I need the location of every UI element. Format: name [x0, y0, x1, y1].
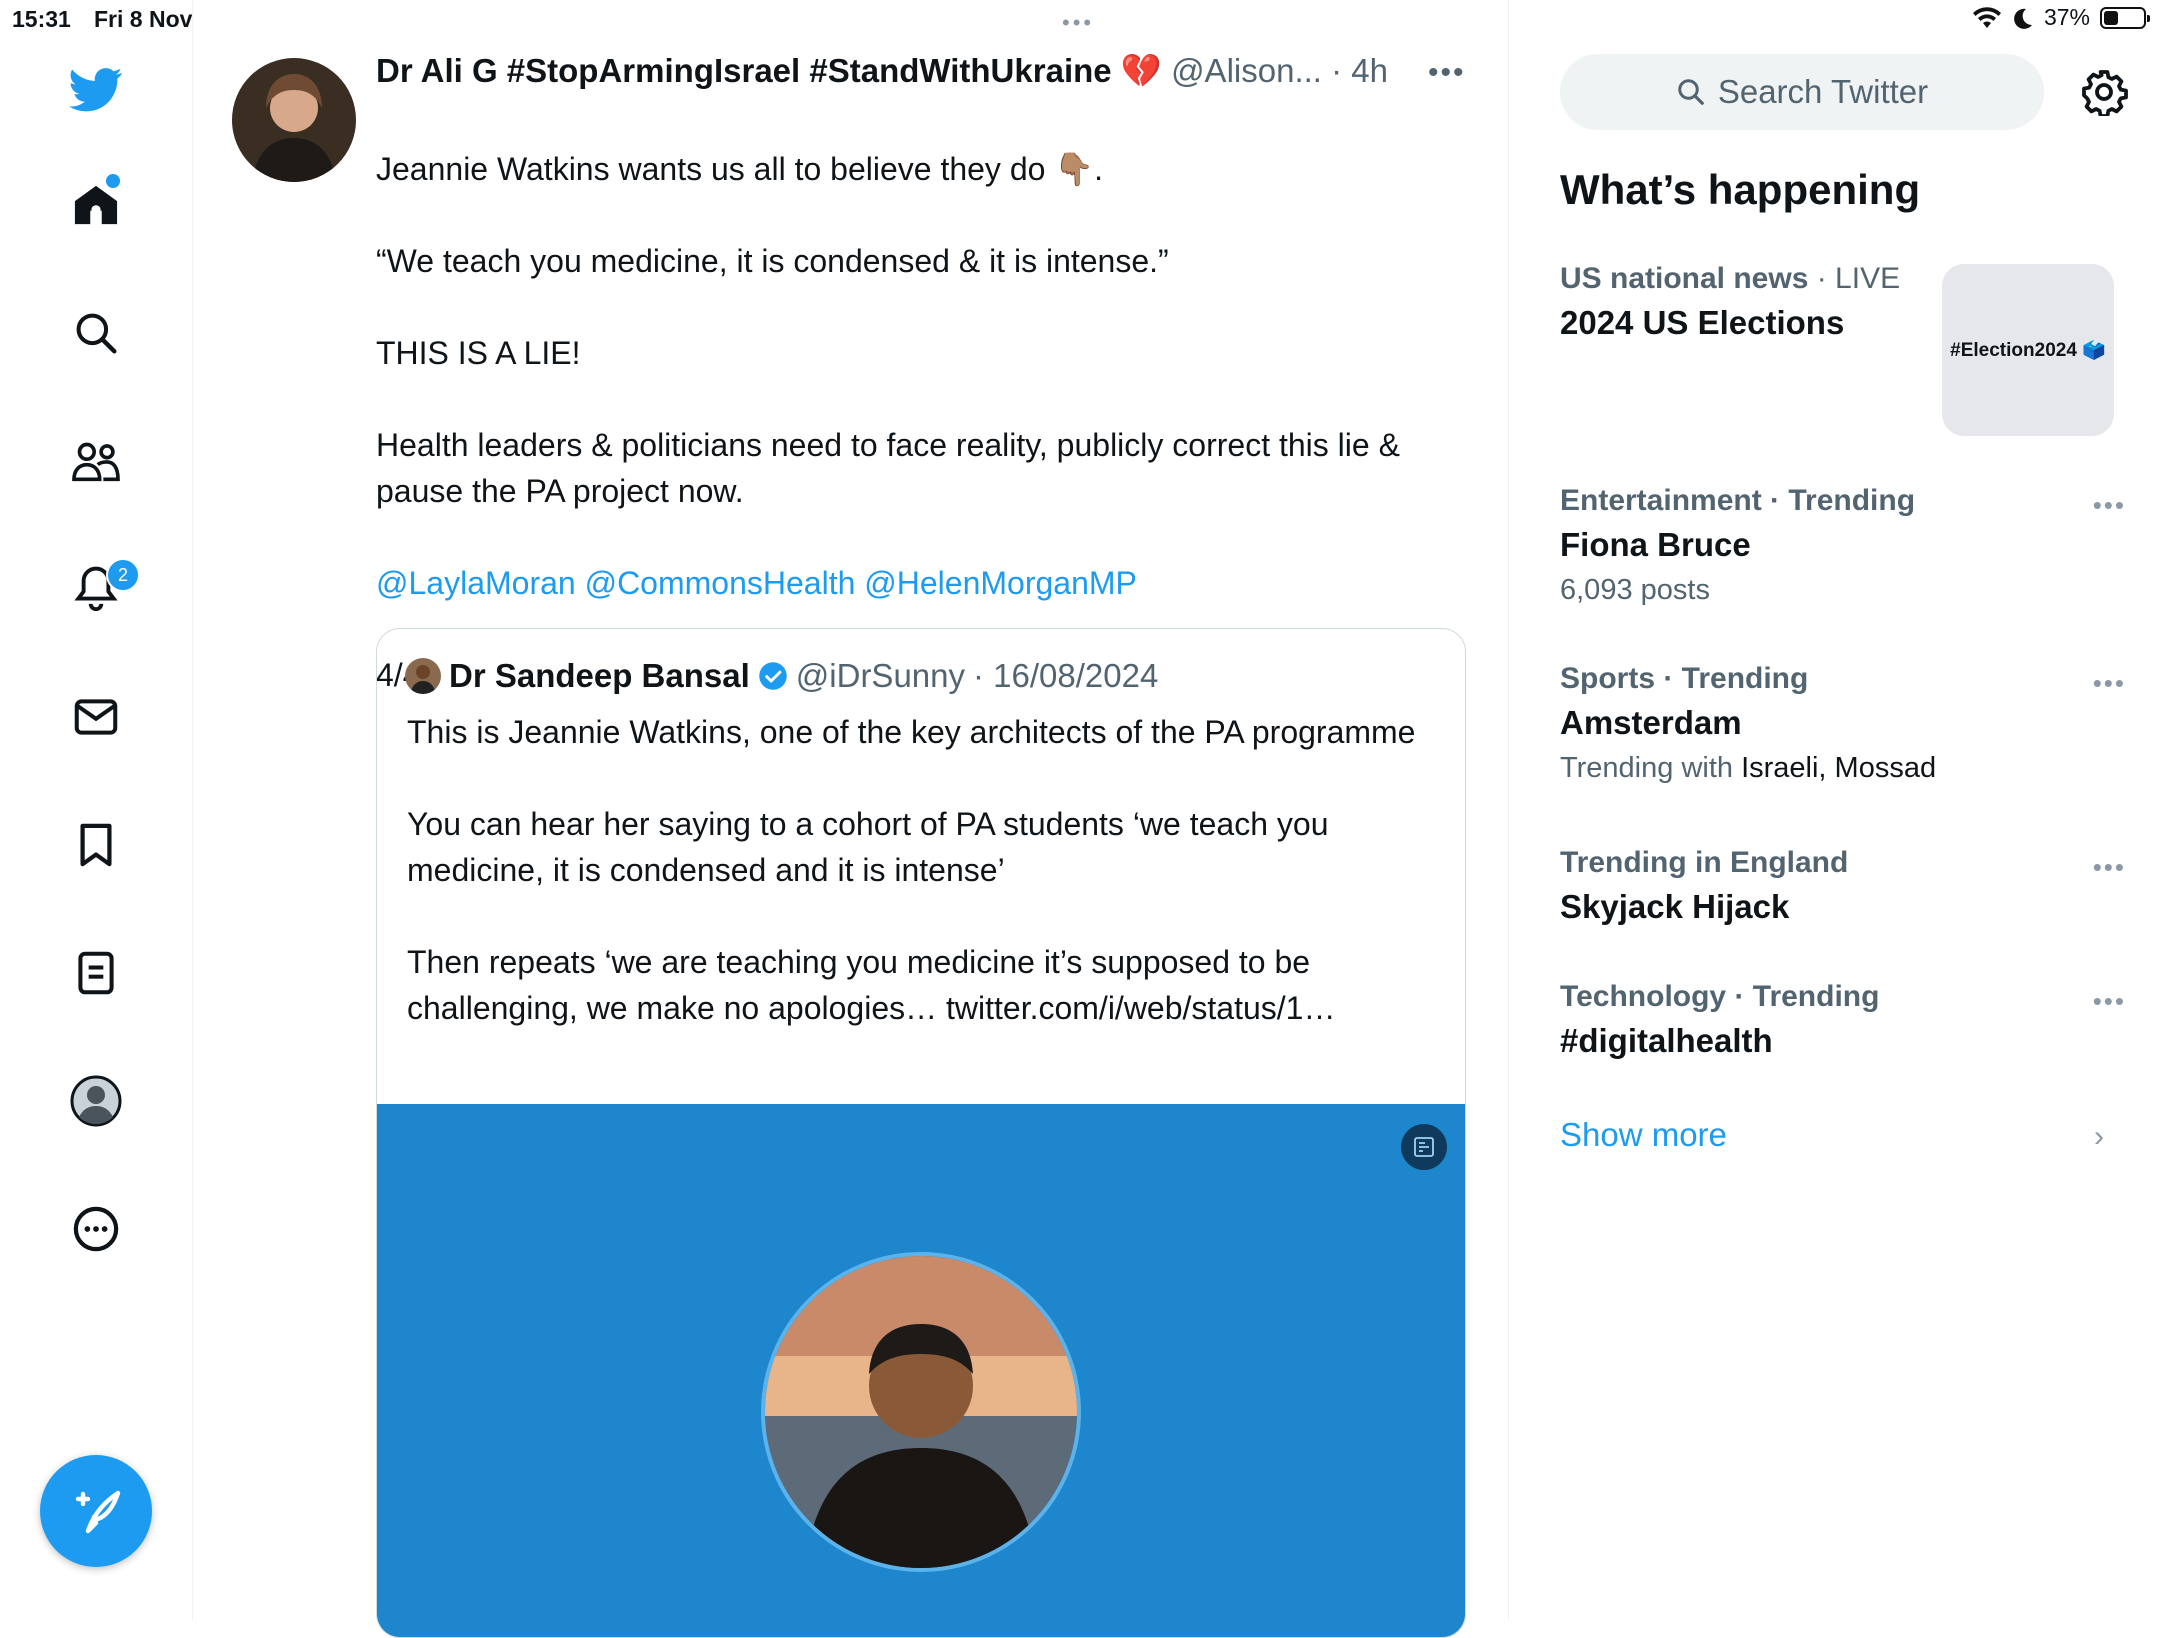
trend-title: Skyjack Hijack: [1560, 888, 1790, 925]
trend-related-terms: Israeli, Mossad: [1741, 752, 1937, 784]
search-input[interactable]: Search Twitter: [1560, 54, 2044, 130]
quoted-tweet-text: This is Jeannie Watkins, one of the key …: [407, 714, 1416, 1026]
quoted-author-handle: @iDrSunny: [795, 657, 966, 694]
tweet-header: Dr Ali G #StopArmingIsrael #StandWithUkr…: [376, 52, 1456, 96]
left-navigation: 2: [0, 0, 193, 1620]
quoted-author-name: Dr Sandeep Bansal: [449, 657, 750, 694]
home-unread-dot: [104, 172, 122, 190]
trend-category: Trending in England: [1560, 846, 1849, 879]
twitter-logo-icon[interactable]: [65, 59, 127, 121]
search-placeholder: Search Twitter: [1717, 73, 1929, 110]
trend-sub-prefix: Trending with: [1560, 752, 1742, 784]
author-handle[interactable]: @Alison...: [1171, 52, 1322, 89]
trend-post-count: 6,093 posts: [1560, 574, 1710, 606]
tweet-text: Jeannie Watkins wants us all to believe …: [376, 151, 1400, 509]
trend-live-tag: · LIVE: [1808, 262, 1901, 295]
thumbnail-text: #Election2024 🗳️: [1950, 340, 2106, 361]
bookmarks-icon[interactable]: [65, 814, 127, 876]
trend-item[interactable]: Sports · Trending Amsterdam Trending wit…: [1560, 662, 2120, 785]
trend-thumbnail[interactable]: #Election2024 🗳️: [1942, 264, 2114, 436]
media-toggle-icon[interactable]: [1401, 1124, 1447, 1170]
compose-feather-icon: [75, 1490, 121, 1534]
speaker-portrait: [761, 1252, 1081, 1572]
author-name[interactable]: Dr Ali G #StopArmingIsrael #StandWithUkr…: [376, 52, 1162, 89]
quoted-tweet[interactable]: Dr Sandeep Bansal @iDrSunny · 16/08/2024…: [376, 628, 1466, 1638]
quoted-author-avatar: [405, 658, 441, 694]
tweet-mentions[interactable]: @LaylaMoran @CommonsHealth @HelenMorganM…: [376, 565, 1137, 601]
quoted-tweet-date: · 16/08/2024: [973, 657, 1159, 694]
messages-envelope-icon[interactable]: [65, 686, 127, 748]
trend-title: Amsterdam: [1560, 704, 1742, 741]
whats-happening-title: What’s happening: [1560, 166, 1921, 213]
profile-avatar-icon[interactable]: [65, 1070, 127, 1132]
trend-more-icon[interactable]: •••: [2093, 852, 2126, 883]
trend-more-icon[interactable]: •••: [2093, 668, 2126, 699]
quoted-tweet-media[interactable]: [377, 1104, 1465, 1637]
trend-title: #digitalhealth: [1560, 1022, 1773, 1059]
notifications-badge: 2: [106, 558, 140, 592]
trend-category: US national news: [1560, 262, 1809, 295]
communities-icon[interactable]: [65, 430, 127, 492]
search-icon: [1678, 79, 1704, 105]
trend-category: Sports · Trending: [1560, 662, 1809, 695]
show-more-link[interactable]: Show more: [1560, 1116, 1727, 1154]
settings-gear-icon[interactable]: [2080, 68, 2128, 116]
trend-category: Technology · Trending: [1560, 980, 1880, 1013]
author-avatar[interactable]: [232, 58, 356, 182]
lists-icon[interactable]: [65, 942, 127, 1004]
tweet-body: Jeannie Watkins wants us all to believe …: [376, 100, 1456, 698]
trend-item[interactable]: Entertainment · Trending Fiona Bruce 6,0…: [1560, 484, 2120, 607]
quoted-tweet-header: Dr Sandeep Bansal @iDrSunny · 16/08/2024: [405, 657, 1158, 695]
trend-item[interactable]: Trending in England Skyjack Hijack: [1560, 846, 2120, 926]
timeline-column: Dr Ali G #StopArmingIsrael #StandWithUkr…: [192, 0, 1509, 1638]
chevron-right-icon[interactable]: ›: [2094, 1120, 2104, 1154]
compose-tweet-button[interactable]: [40, 1455, 152, 1567]
trend-more-icon[interactable]: •••: [2093, 490, 2126, 521]
right-sidebar: Search Twitter What’s happening US natio…: [1510, 0, 2160, 1620]
verified-badge-icon: [759, 662, 787, 690]
trend-title: Fiona Bruce: [1560, 526, 1751, 563]
more-options-icon[interactable]: [65, 1198, 127, 1260]
trend-more-icon[interactable]: •••: [2093, 986, 2126, 1017]
trend-category: Entertainment · Trending: [1560, 484, 1916, 517]
explore-search-icon[interactable]: [65, 302, 127, 364]
tweet-time: · 4h: [1331, 52, 1388, 89]
trend-item[interactable]: Technology · Trending #digitalhealth: [1560, 980, 2120, 1060]
tweet-more-options-icon[interactable]: •••: [1428, 56, 1466, 90]
